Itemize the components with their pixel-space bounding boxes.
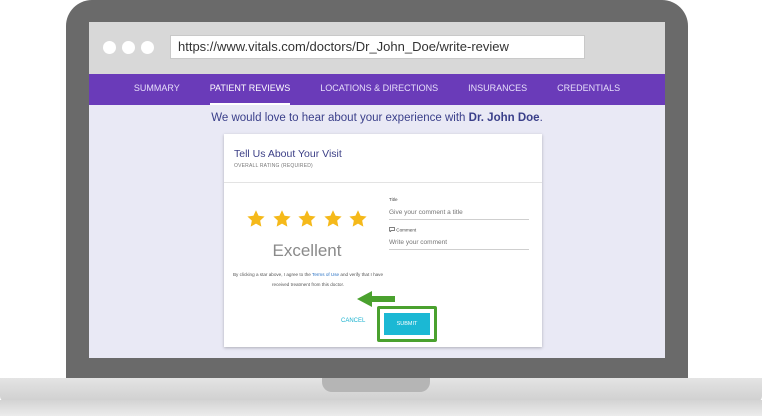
arrow-left-icon — [357, 291, 395, 307]
headline-text: We would love to hear about your experie… — [211, 112, 469, 124]
terms-of-use-link[interactable]: Terms of Use — [312, 272, 339, 277]
laptop-screen: https://www.vitals.com/doctors/Dr_John_D… — [89, 22, 665, 358]
comment-label: Comment — [396, 227, 417, 233]
card-divider — [224, 182, 542, 183]
review-card: Tell Us About Your Visit OVERALL RATING … — [224, 134, 542, 347]
page-headline: We would love to hear about your experie… — [89, 112, 665, 124]
star-icon[interactable] — [272, 209, 292, 229]
browser-toolbar: https://www.vitals.com/doctors/Dr_John_D… — [89, 22, 665, 74]
star-icon[interactable] — [348, 209, 368, 229]
title-input[interactable] — [389, 206, 529, 220]
profile-nav: SUMMARY PATIENT REVIEWS LOCATIONS & DIRE… — [89, 74, 665, 105]
terms-notice: By clicking a star above, I agree to the… — [232, 270, 384, 290]
doctor-name: Dr. John Doe — [468, 112, 540, 124]
laptop-notch — [322, 378, 430, 392]
window-dot-icon — [141, 41, 154, 54]
star-icon[interactable] — [297, 209, 317, 229]
title-label: Title — [389, 197, 398, 202]
tab-locations-directions[interactable]: LOCATIONS & DIRECTIONS — [320, 74, 438, 105]
terms-text: By clicking a star above, I agree to the — [232, 272, 313, 277]
star-icon[interactable] — [246, 209, 266, 229]
tab-insurances[interactable]: INSURANCES — [468, 74, 527, 105]
tab-patient-reviews[interactable]: PATIENT REVIEWS — [209, 74, 291, 105]
headline-suffix: . — [539, 112, 543, 124]
submit-highlight-box: SUBMIT — [377, 306, 437, 342]
star-icon[interactable] — [323, 209, 343, 229]
cancel-button[interactable]: CANCEL — [341, 318, 365, 324]
tab-summary[interactable]: SUMMARY — [134, 74, 180, 105]
comment-input[interactable] — [389, 236, 529, 250]
address-bar[interactable]: https://www.vitals.com/doctors/Dr_John_D… — [170, 35, 585, 59]
rating-label: Excellent — [272, 241, 342, 260]
card-title: Tell Us About Your Visit — [234, 148, 342, 160]
tab-credentials[interactable]: CREDENTIALS — [557, 74, 620, 105]
submit-button[interactable]: SUBMIT — [384, 313, 430, 335]
rating-required-label: OVERALL RATING (REQUIRED) — [234, 163, 313, 169]
star-rating — [246, 209, 368, 229]
window-dot-icon — [103, 41, 116, 54]
comment-icon — [389, 227, 395, 233]
window-dot-icon — [122, 41, 135, 54]
laptop-base-shadow — [0, 400, 762, 416]
comment-label-row: Comment — [389, 227, 416, 233]
